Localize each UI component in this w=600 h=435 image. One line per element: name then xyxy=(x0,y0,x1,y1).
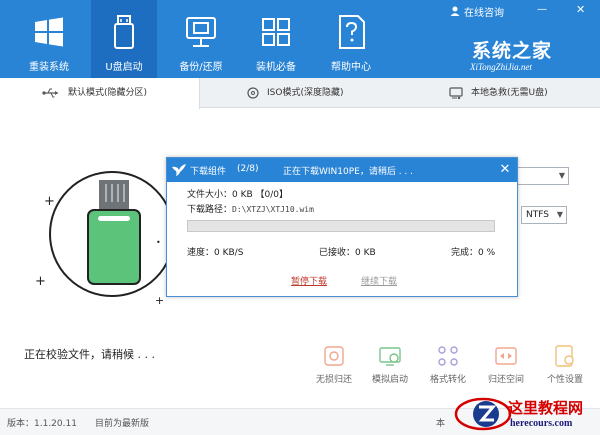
tool-personal-settings[interactable]: 个性设置 xyxy=(538,343,592,387)
simulate-boot-icon xyxy=(379,347,401,366)
tab-label: ISO模式(深度隐藏) xyxy=(267,88,344,98)
chevron-down-icon: ▼ xyxy=(558,171,565,180)
format-select-value: NTFS xyxy=(526,210,549,220)
download-path-label: 下载路径： xyxy=(187,205,233,215)
speed-label: 速度： xyxy=(187,248,215,258)
continue-download-button[interactable]: 继续下载 xyxy=(361,274,397,287)
watermark-url: herecours.com xyxy=(510,418,573,429)
tool-format-convert[interactable]: 格式转化 xyxy=(421,343,475,387)
done-value: 0 % xyxy=(478,248,496,258)
sparkle-decoration: + xyxy=(155,294,165,307)
usb-symbol-icon xyxy=(42,88,58,98)
bird-logo-icon xyxy=(172,164,186,176)
footer-partial-text: 本 xyxy=(436,419,446,429)
personal-settings-icon xyxy=(555,345,574,367)
dialog-close-button[interactable]: ✕ xyxy=(493,158,517,182)
watermark-title: 这里教程网 xyxy=(508,399,584,417)
brand-logo-subtitle: XiTongZhiJia.net xyxy=(470,62,532,72)
nav-essential-apps[interactable]: 装机必备 xyxy=(243,0,309,78)
usb-drive-icon xyxy=(114,15,134,49)
dialog-title-progress: (2/8) xyxy=(237,164,259,174)
tab-label: 默认模式(隐藏分区) xyxy=(68,88,148,98)
tab-iso-mode[interactable]: ISO模式(深度隐藏) xyxy=(201,78,401,108)
online-consult-link[interactable]: 在线咨询 xyxy=(464,4,504,19)
dialog-title-bar: 下载组件 (2/8) 正在下载WIN10PE，请稍后 . . . ✕ xyxy=(167,158,517,182)
received-row: 已接收：0 KB xyxy=(319,245,376,258)
close-icon: ✕ xyxy=(499,162,511,177)
tool-label: 归还空间 xyxy=(487,375,524,385)
top-navigation-bar: 重装系统 U盘启动 备份/还原 装机必备 帮助中心 在线咨询 — ✕ 系统之家 … xyxy=(0,0,600,78)
nav-label: 重装系统 xyxy=(29,62,69,73)
disc-icon xyxy=(247,87,259,99)
format-convert-icon xyxy=(438,346,458,366)
nav-usb-boot[interactable]: U盘启动 xyxy=(91,0,157,78)
speed-row: 速度：0 KB/S xyxy=(187,245,243,258)
nav-label: 帮助中心 xyxy=(331,62,371,73)
brand-logo-title: 系统之家 xyxy=(472,40,553,62)
tool-simulate-boot[interactable]: 模拟启动 xyxy=(363,343,417,387)
chevron-down-icon: ▼ xyxy=(556,210,563,219)
latest-version-text: 目前为最新版 xyxy=(95,419,150,429)
tool-label: 模拟启动 xyxy=(371,375,408,385)
sparkle-decoration: • xyxy=(156,238,161,247)
tool-label: 个性设置 xyxy=(546,375,583,385)
file-size-value: 0 KB 【0/0】 xyxy=(232,190,289,200)
tool-lossless-return[interactable]: 无损归还 xyxy=(307,343,361,387)
received-value: 0 KB xyxy=(355,248,376,258)
nav-backup-restore[interactable]: 备份/还原 xyxy=(168,0,234,78)
close-button[interactable]: ✕ xyxy=(576,3,585,16)
file-size-row: 文件大小：0 KB 【0/0】 xyxy=(187,187,288,200)
dialog-title-status: 正在下载WIN10PE，请稍后 . . . xyxy=(283,167,414,177)
user-icon xyxy=(450,6,460,16)
version-text: 版本：1.1.20.11 xyxy=(7,419,77,429)
minimize-button[interactable]: — xyxy=(537,4,547,15)
download-path-row: 下载路径：D:\XTZJ\XTJ10.wim xyxy=(187,202,314,215)
apps-grid-icon xyxy=(262,18,290,46)
local-drive-icon xyxy=(449,87,463,99)
backup-restore-icon xyxy=(186,17,216,47)
dialog-title-name: 下载组件 xyxy=(190,167,227,177)
sparkle-decoration: + xyxy=(35,274,46,289)
help-document-icon xyxy=(339,15,365,49)
done-row: 完成：0 % xyxy=(451,245,495,258)
speed-value: 0 KB/S xyxy=(214,248,244,258)
tab-local-rescue[interactable]: 本地急救(无需U盘) xyxy=(401,78,600,108)
nav-reinstall-system[interactable]: 重装系统 xyxy=(16,0,82,78)
windows-logo-icon xyxy=(35,17,63,47)
download-dialog: 下载组件 (2/8) 正在下载WIN10PE，请稍后 . . . ✕ 文件大小：… xyxy=(166,157,518,297)
device-select[interactable]: ▼ xyxy=(516,167,569,185)
tool-label: 格式转化 xyxy=(429,375,466,385)
nav-label: 装机必备 xyxy=(256,62,296,73)
sparkle-decoration: + xyxy=(44,194,55,209)
download-path-value: D:\XTZJ\XTJ10.wim xyxy=(232,205,314,214)
lossless-return-icon xyxy=(324,346,344,366)
tab-default-mode[interactable]: 默认模式(隐藏分区) xyxy=(0,78,200,109)
download-progress-bar xyxy=(187,220,495,232)
nav-help-center[interactable]: 帮助中心 xyxy=(318,0,384,78)
tab-label: 本地急救(无需U盘) xyxy=(471,88,548,98)
return-space-icon xyxy=(495,347,517,365)
tool-return-space[interactable]: 归还空间 xyxy=(479,343,533,387)
format-select[interactable]: NTFS ▼ xyxy=(521,206,567,224)
file-size-label: 文件大小： xyxy=(187,190,233,200)
nav-label: 备份/还原 xyxy=(179,62,223,73)
tool-label: 无损归还 xyxy=(315,375,352,385)
nav-label: U盘启动 xyxy=(105,62,143,73)
pause-download-button[interactable]: 暂停下载 xyxy=(291,274,327,287)
done-label: 完成： xyxy=(451,248,479,258)
received-label: 已接收： xyxy=(319,248,356,258)
verify-status-text: 正在校验文件，请稍候 . . . xyxy=(24,348,155,361)
mode-tabs: 默认模式(隐藏分区) ISO模式(深度隐藏) 本地急救(无需U盘) xyxy=(0,78,600,109)
